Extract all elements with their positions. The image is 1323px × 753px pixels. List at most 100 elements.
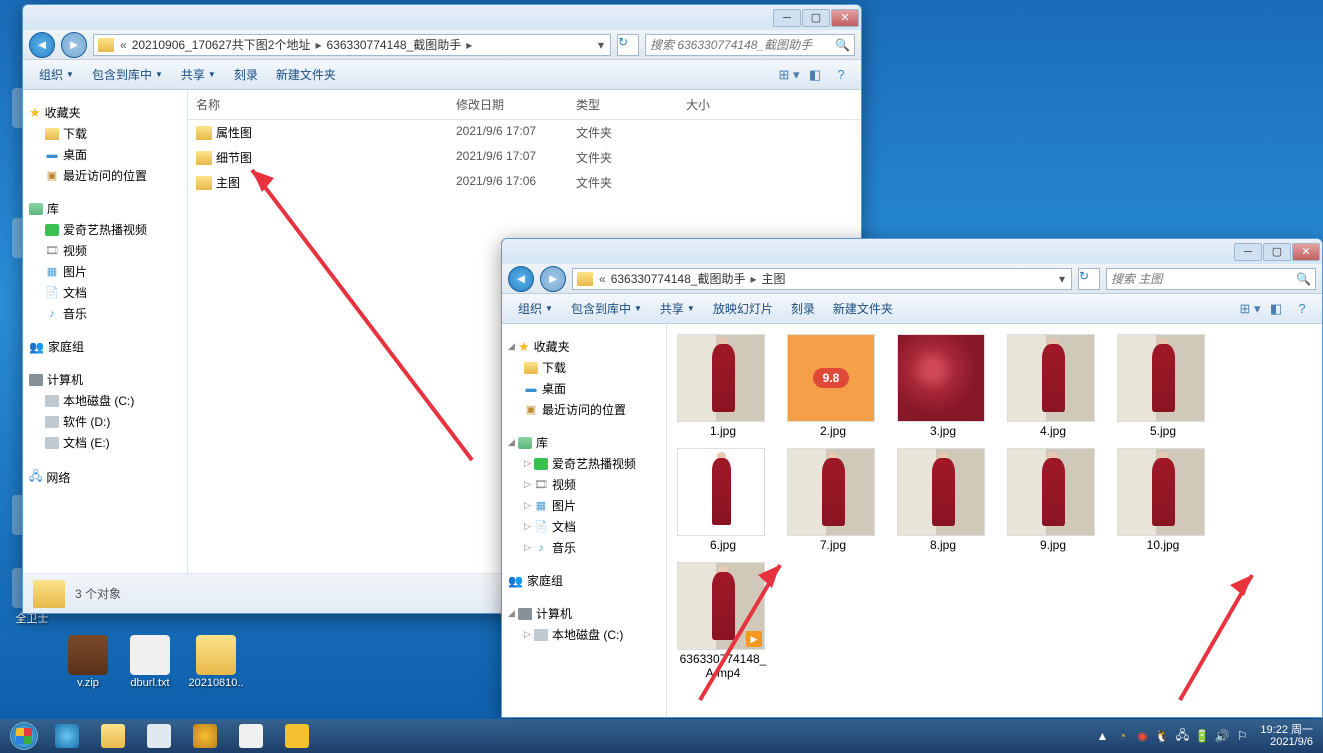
new-folder-button[interactable]: 新建文件夹 (825, 297, 901, 320)
list-item[interactable]: 主图 2021/9/6 17:06 文件夹 (188, 170, 861, 195)
organize-menu[interactable]: 组织▼ (510, 297, 561, 320)
tray-icon[interactable]: ▲ (1094, 728, 1110, 744)
sidebar-iqiyi[interactable]: ▷爱奇艺热播视频 (502, 453, 666, 474)
favorites-group[interactable]: ◢★收藏夹 (502, 336, 666, 357)
burn-button[interactable]: 刻录 (226, 63, 266, 86)
thumbnail-item[interactable]: 5.jpg (1117, 334, 1209, 438)
favorites-group[interactable]: ★收藏夹 (23, 102, 187, 123)
back-button[interactable]: ◄ (508, 266, 534, 292)
list-item[interactable]: 属性图 2021/9/6 17:07 文件夹 (188, 120, 861, 145)
sidebar-music[interactable]: ▷♪音乐 (502, 537, 666, 558)
titlebar[interactable]: ─ ▢ ✕ (23, 5, 861, 30)
thumbnail-item[interactable]: 7.jpg (787, 448, 879, 552)
thumbnail-item[interactable]: 1.jpg (677, 334, 769, 438)
computer-group[interactable]: 计算机 (23, 369, 187, 390)
column-type[interactable]: 类型 (568, 94, 678, 115)
sidebar-downloads[interactable]: 下载 (23, 123, 187, 144)
homegroup[interactable]: 👥家庭组 (23, 336, 187, 357)
sidebar-iqiyi[interactable]: 爱奇艺热播视频 (23, 219, 187, 240)
desktop-icon[interactable]: 20210810.. (186, 635, 246, 689)
sidebar-recent[interactable]: ▣最近访问的位置 (502, 399, 666, 420)
desktop-icon[interactable]: v.zip (58, 635, 118, 689)
close-button[interactable]: ✕ (831, 9, 859, 27)
refresh-button[interactable]: ↻ (617, 34, 639, 56)
sidebar-videos[interactable]: 🎞视频 (23, 240, 187, 261)
share-menu[interactable]: 共享▼ (652, 297, 703, 320)
tray-volume-icon[interactable]: 🔊 (1214, 728, 1230, 744)
computer-group[interactable]: ◢计算机 (502, 603, 666, 624)
thumbnail-item[interactable]: 8.jpg (897, 448, 989, 552)
tray-icon[interactable]: ◉ (1134, 728, 1150, 744)
organize-menu[interactable]: 组织▼ (31, 63, 82, 86)
thumbnail-item[interactable]: 9.jpg (1007, 448, 1099, 552)
taskbar-item[interactable] (228, 721, 274, 751)
sidebar-disk-c[interactable]: ▷本地磁盘 (C:) (502, 624, 666, 645)
tray-icon[interactable]: 🐧 (1154, 728, 1170, 744)
share-menu[interactable]: 共享▼ (173, 63, 224, 86)
start-button[interactable] (4, 721, 44, 751)
tray-icon[interactable]: ◔ (1114, 728, 1130, 744)
search-box[interactable]: 🔍 (1106, 268, 1316, 290)
close-button[interactable]: ✕ (1292, 243, 1320, 261)
column-size[interactable]: 大小 (678, 94, 758, 115)
sidebar-disk-c[interactable]: 本地磁盘 (C:) (23, 390, 187, 411)
search-icon[interactable]: 🔍 (835, 38, 850, 52)
desktop-icon[interactable]: dburl.txt (120, 635, 180, 689)
tray-flag-icon[interactable]: ⚐ (1234, 728, 1250, 744)
back-button[interactable]: ◄ (29, 32, 55, 58)
sidebar-music[interactable]: ♪音乐 (23, 303, 187, 324)
breadcrumb[interactable]: « 636330774148_截图助手 ▸ 主图 ▾ (572, 268, 1072, 290)
taskbar-ie[interactable] (44, 721, 90, 751)
taskbar-item[interactable] (136, 721, 182, 751)
thumbnail-item[interactable]: ▶636330774148_A.mp4 (677, 562, 769, 680)
sidebar-documents[interactable]: 📄文档 (23, 282, 187, 303)
column-date[interactable]: 修改日期 (448, 94, 568, 115)
search-input[interactable] (650, 38, 835, 52)
taskbar-item[interactable] (274, 721, 320, 751)
new-folder-button[interactable]: 新建文件夹 (268, 63, 344, 86)
tray-icon[interactable]: 🔋 (1194, 728, 1210, 744)
sidebar-pictures[interactable]: ▷▦图片 (502, 495, 666, 516)
preview-pane-button[interactable]: ◧ (803, 64, 827, 86)
help-button[interactable]: ? (1290, 298, 1314, 320)
help-button[interactable]: ? (829, 64, 853, 86)
search-box[interactable]: 🔍 (645, 34, 855, 56)
breadcrumb[interactable]: « 20210906_170627共下图2个地址 ▸ 636330774148_… (93, 34, 611, 56)
thumbnail-item[interactable]: 4.jpg (1007, 334, 1099, 438)
titlebar[interactable]: ─ ▢ ✕ (502, 239, 1322, 264)
view-menu[interactable]: ⊞ ▾ (1238, 298, 1262, 320)
network-group[interactable]: 🖧网络 (23, 465, 187, 490)
sidebar-pictures[interactable]: ▦图片 (23, 261, 187, 282)
libraries-group[interactable]: ◢库 (502, 432, 666, 453)
list-item[interactable]: 细节图 2021/9/6 17:07 文件夹 (188, 145, 861, 170)
forward-button[interactable]: ► (61, 32, 87, 58)
minimize-button[interactable]: ─ (773, 9, 801, 27)
sidebar-desktop[interactable]: ▬桌面 (23, 144, 187, 165)
burn-button[interactable]: 刻录 (783, 297, 823, 320)
taskbar-explorer[interactable] (90, 721, 136, 751)
tray-icon[interactable]: 🖧 (1174, 728, 1190, 744)
slideshow-button[interactable]: 放映幻灯片 (705, 297, 781, 320)
preview-pane-button[interactable]: ◧ (1264, 298, 1288, 320)
view-menu[interactable]: ⊞ ▾ (777, 64, 801, 86)
column-name[interactable]: 名称 (188, 94, 448, 115)
sidebar-downloads[interactable]: 下载 (502, 357, 666, 378)
breadcrumb-dropdown[interactable]: ▾ (1057, 272, 1067, 286)
homegroup[interactable]: 👥家庭组 (502, 570, 666, 591)
maximize-button[interactable]: ▢ (1263, 243, 1291, 261)
search-input[interactable] (1111, 272, 1296, 286)
sidebar-disk-d[interactable]: 软件 (D:) (23, 411, 187, 432)
minimize-button[interactable]: ─ (1234, 243, 1262, 261)
sidebar-disk-e[interactable]: 文档 (E:) (23, 432, 187, 453)
include-in-library-menu[interactable]: 包含到库中▼ (563, 297, 650, 320)
tray-clock[interactable]: 19:22 周一 2021/9/6 (1260, 724, 1313, 748)
breadcrumb-dropdown[interactable]: ▾ (596, 38, 606, 52)
sidebar-desktop[interactable]: ▬桌面 (502, 378, 666, 399)
thumbnail-item[interactable]: 2.jpg (787, 334, 879, 438)
thumbnail-item[interactable]: 10.jpg (1117, 448, 1209, 552)
thumbnail-item[interactable]: 6.jpg (677, 448, 769, 552)
sidebar-videos[interactable]: ▷🎞视频 (502, 474, 666, 495)
libraries-group[interactable]: 库 (23, 198, 187, 219)
include-in-library-menu[interactable]: 包含到库中▼ (84, 63, 171, 86)
taskbar-item[interactable] (182, 721, 228, 751)
